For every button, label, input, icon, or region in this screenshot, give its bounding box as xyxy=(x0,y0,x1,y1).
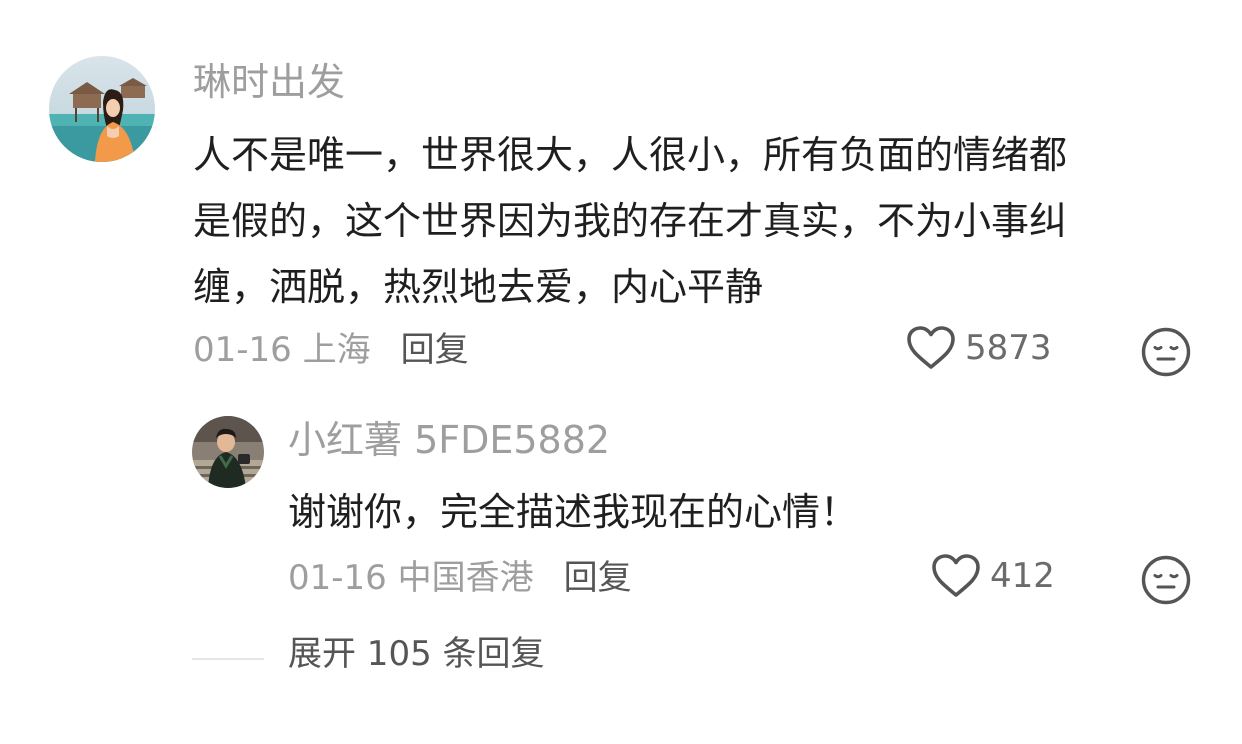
like-button[interactable]: 5873 xyxy=(905,325,1052,371)
expand-divider xyxy=(192,658,264,660)
heart-outline-icon xyxy=(930,553,982,599)
like-count: 412 xyxy=(990,556,1055,596)
commenter-avatar[interactable] xyxy=(49,56,155,162)
neutral-face-icon xyxy=(1140,554,1192,606)
like-button[interactable]: 412 xyxy=(930,553,1055,599)
reply-button[interactable]: 回复 xyxy=(564,558,632,598)
replier-username[interactable]: 小红薯 5FDE5882 xyxy=(288,418,610,462)
comment-text: 人不是唯一，世界很大，人很小，所有负面的情绪都 是假的，这个世界因为我的存在才真… xyxy=(193,122,1067,320)
neutral-face-icon xyxy=(1140,326,1192,378)
dislike-button[interactable] xyxy=(1140,326,1192,378)
dislike-button[interactable] xyxy=(1140,554,1192,606)
comment-text-line: 缠，洒脱，热烈地去爱，内心平静 xyxy=(193,265,764,309)
reply-meta: 01-16 中国香港 回复 xyxy=(288,558,632,598)
expand-replies-button[interactable]: 展开 105 条回复 xyxy=(288,632,545,676)
comment-meta: 01-16 上海 回复 xyxy=(193,330,469,370)
reply-text: 谢谢你，完全描述我现在的心情！ xyxy=(288,490,859,534)
reply-button[interactable]: 回复 xyxy=(401,330,469,370)
comment-date-location: 01-16 上海 xyxy=(193,330,371,370)
comment-text-line: 是假的，这个世界因为我的存在才真实，不为小事纠 xyxy=(193,199,1068,243)
commenter-username[interactable]: 琳时出发 xyxy=(193,60,345,104)
reply-date-location: 01-16 中国香港 xyxy=(288,558,534,598)
heart-outline-icon xyxy=(905,325,957,371)
replier-avatar[interactable] xyxy=(192,416,264,488)
comment-text-line: 人不是唯一，世界很大，人很小，所有负面的情绪都 xyxy=(193,133,1068,177)
like-count: 5873 xyxy=(965,328,1052,368)
